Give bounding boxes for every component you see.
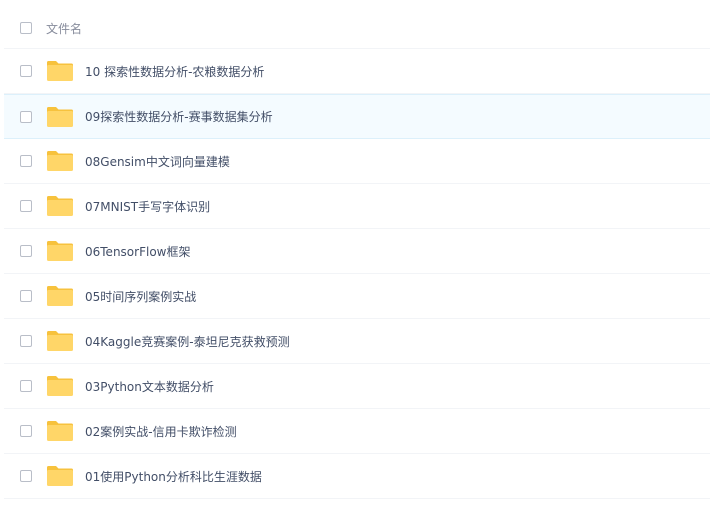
file-row[interactable]: 02案例实战-信用卡欺诈检测 <box>4 409 710 454</box>
row-checkbox[interactable] <box>20 425 32 437</box>
file-row[interactable]: 04Kaggle竞赛案例-泰坦尼克获救预测 <box>4 319 710 364</box>
folder-icon <box>46 465 74 487</box>
file-name[interactable]: 01使用Python分析科比生涯数据 <box>85 468 262 485</box>
file-row[interactable]: 07MNIST手写字体识别 <box>4 184 710 229</box>
file-name[interactable]: 04Kaggle竞赛案例-泰坦尼克获救预测 <box>85 333 290 350</box>
file-name[interactable]: 02案例实战-信用卡欺诈检测 <box>85 423 237 440</box>
row-checkbox[interactable] <box>20 110 32 123</box>
folder-icon <box>46 150 74 172</box>
row-checkbox[interactable] <box>20 470 32 482</box>
file-row[interactable]: 06TensorFlow框架 <box>4 229 710 274</box>
row-checkbox[interactable] <box>20 245 32 257</box>
file-row[interactable]: 03Python文本数据分析 <box>4 364 710 409</box>
row-checkbox[interactable] <box>20 380 32 392</box>
file-row[interactable]: 08Gensim中文词向量建模 <box>4 139 710 184</box>
file-name[interactable]: 09探索性数据分析-赛事数据集分析 <box>85 108 273 125</box>
folder-icon <box>46 60 74 82</box>
file-row[interactable]: 01使用Python分析科比生涯数据 <box>4 454 710 499</box>
folder-icon <box>46 420 74 442</box>
folder-icon <box>46 285 74 307</box>
file-list-header: 文件名 <box>4 8 710 49</box>
file-row[interactable]: 05时间序列案例实战 <box>4 274 710 319</box>
row-checkbox[interactable] <box>20 155 32 167</box>
row-checkbox[interactable] <box>20 200 32 212</box>
file-list: 文件名 10 探索性数据分析-农粮数据分析 09探索性数据分析-赛事数据集分析 … <box>4 8 710 499</box>
folder-icon <box>46 375 74 397</box>
file-name[interactable]: 03Python文本数据分析 <box>85 378 214 395</box>
filename-column-header[interactable]: 文件名 <box>46 20 82 37</box>
row-checkbox[interactable] <box>20 335 32 347</box>
folder-icon <box>46 106 74 128</box>
file-name[interactable]: 10 探索性数据分析-农粮数据分析 <box>85 63 264 80</box>
row-checkbox[interactable] <box>20 290 32 302</box>
folder-icon <box>46 330 74 352</box>
file-row[interactable]: 09探索性数据分析-赛事数据集分析 <box>4 94 710 139</box>
file-name[interactable]: 06TensorFlow框架 <box>85 243 190 260</box>
file-name[interactable]: 05时间序列案例实战 <box>85 288 196 305</box>
file-name[interactable]: 08Gensim中文词向量建模 <box>85 153 230 170</box>
row-checkbox[interactable] <box>20 65 32 77</box>
folder-icon <box>46 195 74 217</box>
file-name[interactable]: 07MNIST手写字体识别 <box>85 198 210 215</box>
folder-icon <box>46 240 74 262</box>
select-all-checkbox[interactable] <box>20 22 32 34</box>
file-row[interactable]: 10 探索性数据分析-农粮数据分析 <box>4 49 710 94</box>
